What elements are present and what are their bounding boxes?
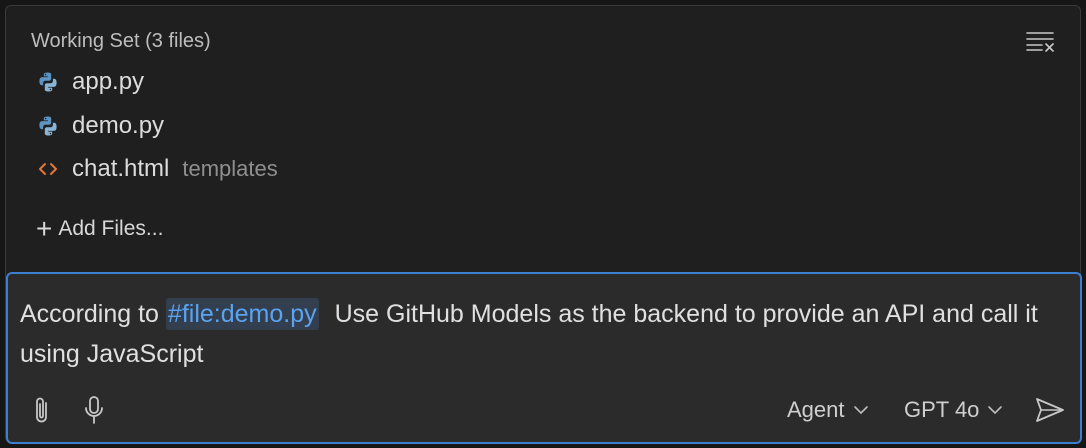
working-set-title: Working Set (3 files)	[31, 30, 211, 52]
voice-input-button[interactable]	[78, 390, 110, 430]
file-directory: templates	[182, 156, 278, 181]
paperclip-icon	[36, 397, 47, 423]
working-set-file[interactable]: demo.py	[36, 109, 164, 143]
working-set-file[interactable]: app.py	[36, 65, 144, 99]
clear-working-set-button[interactable]	[1024, 26, 1056, 56]
chat-input-box[interactable]: According to #file:demo.py Use GitHub Mod…	[6, 272, 1082, 444]
chevron-down-icon	[853, 405, 869, 415]
add-files-button[interactable]: + Add Files...	[36, 214, 163, 244]
python-file-icon	[36, 70, 60, 94]
send-button[interactable]	[1032, 392, 1068, 428]
chat-panel: Working Set (3 files) app.py demo.py cha…	[5, 5, 1082, 444]
file-reference-chip[interactable]: #file:demo.py	[165, 298, 319, 330]
html-file-icon	[36, 157, 60, 181]
model-label: GPT 4o	[904, 397, 980, 422]
mode-picker[interactable]: Agent	[787, 394, 869, 426]
model-picker[interactable]: GPT 4o	[904, 394, 1003, 426]
send-icon	[1036, 398, 1064, 422]
working-set-file[interactable]: chat.html templates	[36, 152, 278, 186]
attach-button[interactable]	[26, 390, 58, 430]
mode-label: Agent	[787, 397, 845, 422]
python-file-icon	[36, 114, 60, 138]
clear-all-icon	[1026, 32, 1054, 52]
chat-input-text[interactable]: According to #file:demo.py Use GitHub Mod…	[20, 294, 1040, 374]
file-name: app.py	[72, 68, 145, 95]
microphone-icon	[85, 396, 103, 424]
plus-icon: +	[36, 213, 53, 244]
add-files-label: Add Files...	[58, 217, 164, 240]
file-name: chat.html	[72, 155, 170, 182]
file-name: demo.py	[72, 112, 165, 139]
chevron-down-icon	[987, 405, 1003, 415]
prompt-prefix: According to	[20, 300, 159, 328]
